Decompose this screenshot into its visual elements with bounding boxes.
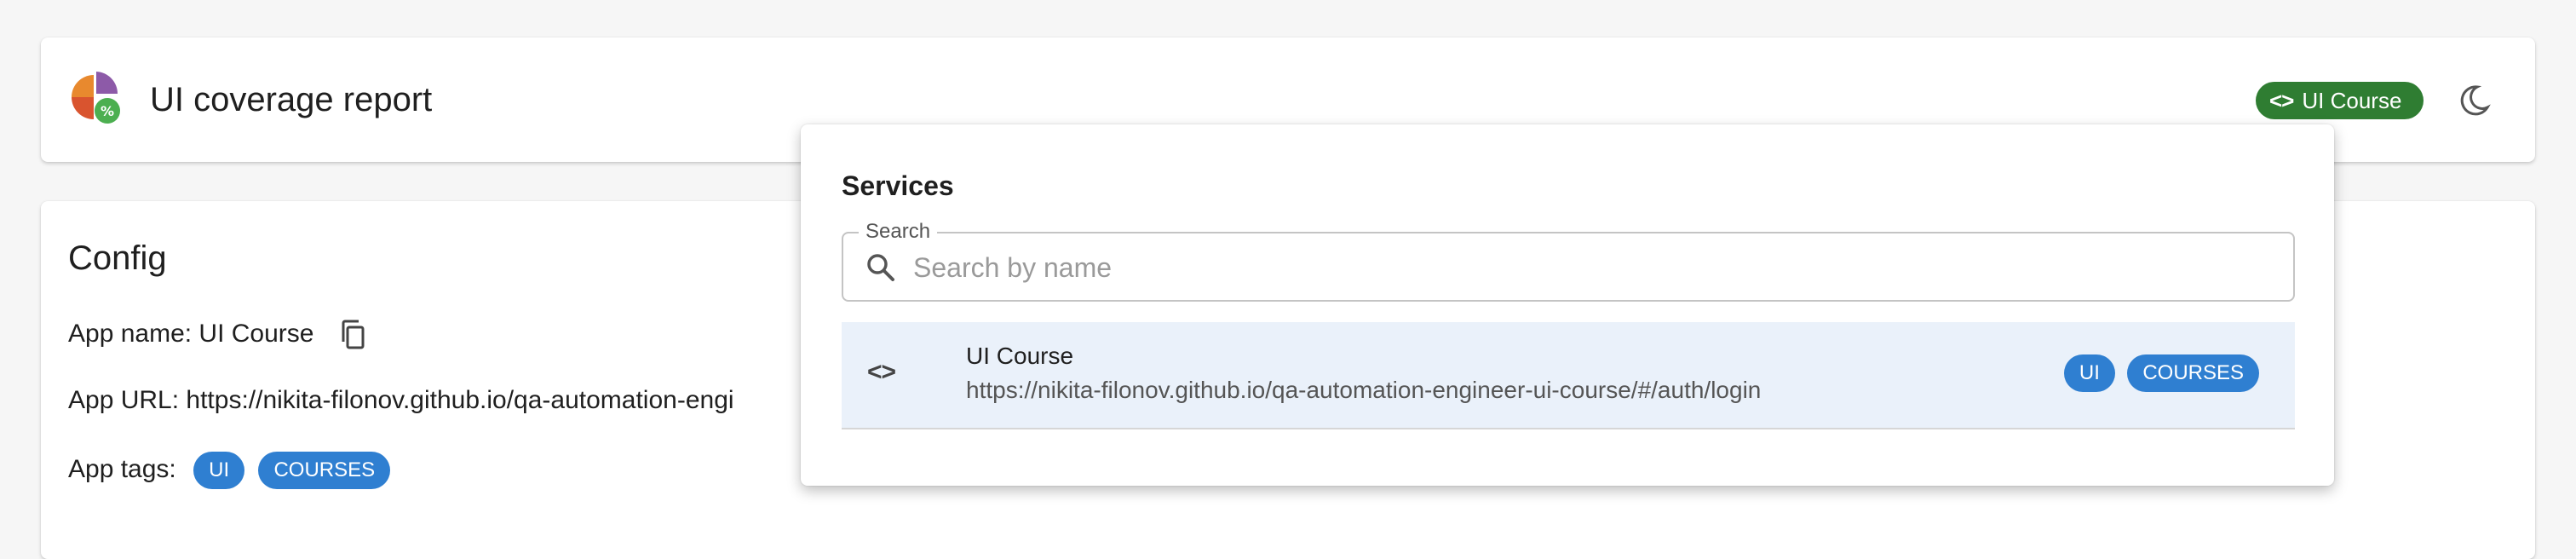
search-legend: Search <box>859 220 938 244</box>
service-url: https://nikita-filonov.github.io/qa-auto… <box>966 377 1762 403</box>
moon-icon[interactable] <box>2452 78 2496 123</box>
service-selector-chip[interactable]: <> UI Course <box>2256 82 2424 119</box>
tag-chip-courses: COURSES <box>2127 354 2259 392</box>
config-title: Config <box>68 239 167 277</box>
svg-text:%: % <box>101 103 114 119</box>
service-name: UI Course <box>966 343 1074 369</box>
service-chip-label: UI Course <box>2302 88 2402 113</box>
copy-icon[interactable] <box>336 318 371 352</box>
code-icon: <> <box>867 358 896 386</box>
tag-chip-ui: UI <box>2063 354 2115 392</box>
search-input[interactable] <box>911 244 2278 291</box>
code-icon: <> <box>2269 88 2294 113</box>
app-tags-row: App tags: UI COURSES <box>68 452 391 489</box>
pie-chart-percent-icon: % <box>72 72 120 124</box>
app-url-text: App URL: https://nikita-filonov.github.i… <box>68 386 734 414</box>
service-list-item[interactable]: <> UI Course https://nikita-filonov.gith… <box>842 322 2295 429</box>
app-url-row: App URL: https://nikita-filonov.github.i… <box>68 383 734 418</box>
services-title: Services <box>842 170 954 201</box>
app-title: UI coverage report <box>150 81 433 118</box>
services-popover: Services Search <> UI Course https://nik… <box>801 124 2334 486</box>
search-icon <box>867 254 894 281</box>
app-name-row: App name: UI Course <box>68 317 371 352</box>
service-tags: UI COURSES <box>2056 354 2259 392</box>
app-name-text: App name: UI Course <box>68 320 314 348</box>
tag-chip-courses: COURSES <box>258 452 391 489</box>
tag-chip-ui: UI <box>193 452 245 489</box>
app-tags-label: App tags: <box>68 454 176 483</box>
search-field[interactable]: Search <box>842 220 2295 302</box>
